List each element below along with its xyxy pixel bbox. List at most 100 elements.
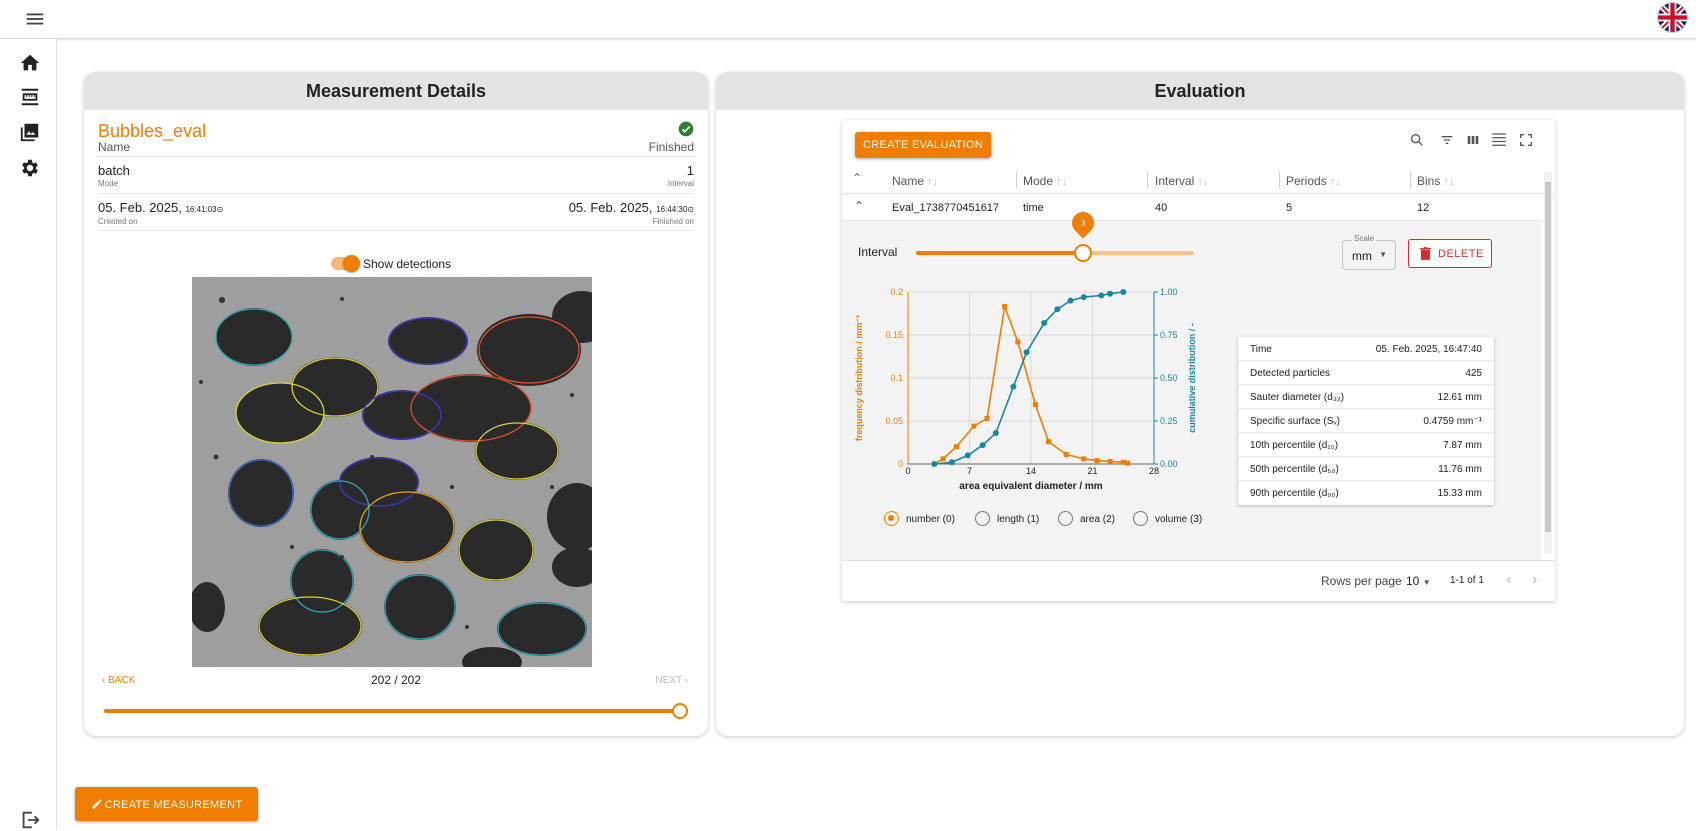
data-point	[1098, 292, 1105, 299]
data-point	[1107, 458, 1113, 464]
distribution-chart: 0 7 14 21 28 0 0.05 0.1 0.15 0.2 0.00 0.25 0.50 0.75 1…	[854, 287, 1197, 492]
search-icon[interactable]	[1409, 132, 1425, 148]
scrollbar-thumb[interactable]	[1545, 182, 1551, 532]
frame-slider-thumb[interactable]	[672, 703, 688, 719]
evaluation-panel-title: Evaluation	[716, 72, 1684, 110]
next-button[interactable]: NEXT ›	[655, 675, 688, 686]
scale-select[interactable]: Scale mm ▼	[1342, 234, 1396, 270]
pencil-icon	[92, 799, 102, 808]
finished-date: 05. Feb. 2025	[568, 200, 649, 215]
toggle-thumb	[343, 255, 360, 272]
images-icon[interactable]	[19, 121, 41, 143]
sidebar	[0, 39, 57, 830]
data-point	[931, 461, 938, 467]
column-header-interval[interactable]: Interval ↑↓	[1155, 172, 1208, 190]
name-row: Bubbles_eval Name Finished	[98, 110, 694, 157]
created-on-value: 05. Feb. 2025, 16:41:03⊙	[98, 200, 224, 215]
y-tick-label: 0.2	[890, 287, 903, 297]
radio-dot	[1133, 511, 1148, 526]
filter-icon[interactable]	[1439, 132, 1455, 148]
clock-icon: ⊙	[687, 205, 694, 214]
x-tick-label: 21	[1087, 466, 1097, 476]
measurement-name: Bubbles_eval	[98, 121, 207, 141]
radio-dot	[1058, 511, 1073, 526]
data-point	[1125, 460, 1131, 466]
scale-value: mm	[1352, 249, 1372, 263]
y-right-tick-label: 0.00	[1160, 459, 1178, 469]
density-icon[interactable]	[1490, 131, 1508, 149]
interval-value-bubble: 3	[1067, 207, 1099, 239]
row-interval: 40	[1155, 202, 1168, 214]
clock-icon: ⊙	[216, 205, 224, 214]
x-tick-label: 14	[1026, 466, 1036, 476]
data-point	[1010, 383, 1017, 390]
scale-label: Scale	[1352, 234, 1377, 243]
interval-value: 3	[1080, 218, 1086, 228]
created-date: 05. Feb. 2025	[98, 200, 179, 215]
row-mode: time	[1023, 202, 1044, 214]
stats-row: Specific surface (Sᵥ) 0.4759 mm⁻¹	[1238, 409, 1494, 433]
data-point	[1081, 456, 1087, 462]
interval-value: 1	[686, 163, 694, 178]
finished-time: 16:44:30	[656, 205, 688, 214]
status-text: Finished	[648, 140, 694, 154]
frame-slider-fill	[104, 709, 680, 713]
gear-icon[interactable]	[19, 157, 41, 179]
row-periods: 5	[1286, 202, 1293, 214]
menu-icon[interactable]	[24, 8, 46, 30]
show-detections-toggle[interactable]	[331, 255, 360, 272]
interval-slider-track[interactable]: 3	[916, 207, 1194, 262]
chevron-right-icon: ›	[681, 675, 688, 686]
table-header-row: ⌃ Name ↑↓ Mode ↑↓ Interval ↑↓ Periods ↑↓ Bin…	[842, 164, 1555, 194]
created-on-label: Created on	[98, 217, 138, 226]
stats-row: 50th percentile (d₅₀) 11.76 mm	[1238, 457, 1494, 481]
y-right-tick-label: 1.00	[1160, 287, 1178, 297]
x-axis-label: area equivalent diameter / mm	[959, 481, 1103, 492]
data-point	[1120, 289, 1127, 295]
rows-per-page-select[interactable]: 10 ▼	[1406, 574, 1431, 588]
measurement-icon[interactable]	[19, 86, 41, 108]
caret-down-icon: ▼	[1379, 250, 1387, 259]
table-scrollbar[interactable]	[1544, 172, 1552, 554]
stats-row: Time 05. Feb. 2025, 16:47:40	[1238, 337, 1494, 361]
collapse-row-icon[interactable]: ⌃	[854, 199, 864, 213]
interval-slider-thumb[interactable]	[1073, 244, 1092, 262]
fullscreen-icon[interactable]	[1518, 132, 1534, 148]
column-header-mode[interactable]: Mode ↑↓	[1023, 172, 1067, 190]
create-evaluation-button[interactable]: CREATE EVALUATION	[855, 132, 991, 158]
data-point	[992, 430, 999, 437]
create-measurement-button[interactable]: CREATE MEASUREMENT	[75, 787, 258, 821]
sort-icon: ↑↓	[1329, 176, 1341, 188]
frame-counter: 202 / 202	[370, 673, 422, 687]
column-header-periods[interactable]: Periods ↑↓	[1286, 172, 1341, 190]
delete-button[interactable]: DELETE	[1408, 239, 1492, 268]
stats-row: 10th percentile (d₁₀) 7.87 mm	[1238, 433, 1494, 457]
home-icon[interactable]	[19, 52, 41, 74]
columns-icon[interactable]	[1465, 132, 1481, 148]
delete-label: DELETE	[1438, 248, 1484, 260]
finished-on-value: 05. Feb. 2025, 16:44:30⊙	[568, 200, 694, 215]
y-right-tick-label: 0.50	[1160, 373, 1178, 383]
data-point	[1041, 319, 1048, 326]
row-name: Eval_1738770451617	[892, 202, 1000, 214]
frame-slider-track[interactable]	[104, 703, 688, 719]
column-header-bins[interactable]: Bins ↑↓	[1417, 172, 1454, 190]
evaluation-stats-table: Time 05. Feb. 2025, 16:47:40 Detected par…	[1238, 337, 1494, 505]
next-page-icon[interactable]: ›	[1532, 571, 1537, 589]
prev-page-icon[interactable]: ‹	[1506, 571, 1511, 589]
uk-flag-icon[interactable]	[1657, 2, 1688, 33]
data-point	[1094, 458, 1100, 464]
logout-icon[interactable]	[19, 809, 41, 831]
data-point	[984, 415, 990, 421]
data-point	[1032, 402, 1038, 408]
interval-label: Interval	[667, 179, 694, 188]
y-right-tick-label: 0.75	[1160, 330, 1178, 340]
table-row[interactable]: ⌃ Eval_1738770451617 time 40 5 12	[842, 194, 1541, 221]
sort-icon: ↑↓	[1443, 176, 1455, 188]
data-point	[1080, 294, 1087, 301]
stats-row: 90th percentile (d₉₀) 15.33 mm	[1250, 488, 1482, 499]
mode-label: Mode	[98, 179, 119, 188]
expand-all-icon[interactable]: ⌃	[852, 171, 862, 185]
column-header-name[interactable]: Name ↑↓	[892, 172, 938, 190]
data-point	[964, 452, 971, 459]
